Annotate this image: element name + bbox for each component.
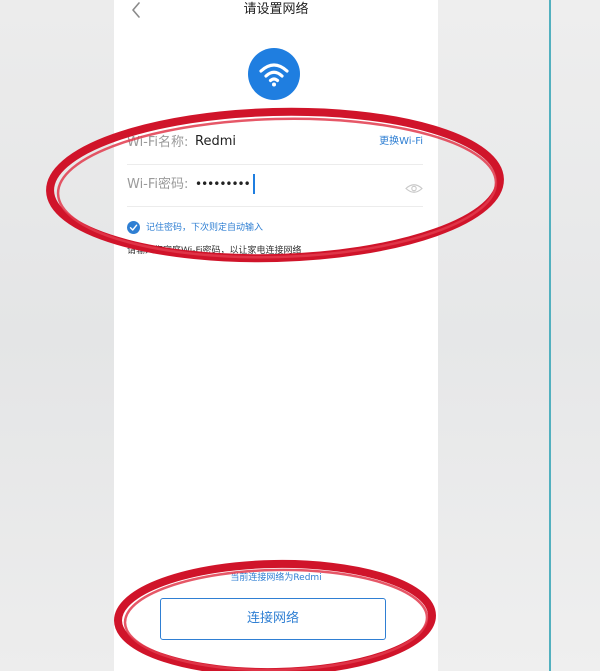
wifi-name-value: Redmi	[195, 134, 236, 149]
wifi-name-label: Wi-Fi名称:	[127, 135, 189, 150]
remember-password-checkbox[interactable]	[127, 221, 140, 234]
background-left	[0, 0, 114, 671]
wifi-password-input[interactable]: •••••••••	[195, 174, 255, 194]
right-divider-line	[549, 0, 551, 671]
background-right	[438, 0, 600, 671]
page-title: 请设置网络	[243, 2, 309, 17]
connect-network-button[interactable]: 连接网络	[160, 598, 386, 640]
change-wifi-link[interactable]: 更换Wi-Fi	[379, 135, 423, 149]
show-password-toggle[interactable]	[405, 179, 423, 198]
phone-screen: 请设置网络 Wi-Fi名称: Redmi 更换Wi-Fi Wi-Fi密码: ••…	[114, 0, 438, 671]
header-bar: 请设置网络	[114, 0, 438, 30]
remember-password-label: 记住密码，下次则定自动输入	[146, 223, 264, 233]
wifi-name-row: Wi-Fi名称: Redmi 更换Wi-Fi	[127, 124, 423, 165]
eye-icon	[405, 184, 423, 193]
wifi-badge	[248, 48, 300, 100]
password-hint: 请输入您家庭Wi-Fi密码，以让家电连接网络	[127, 246, 302, 256]
current-network-text: 当前连接网络为Redmi	[230, 573, 322, 583]
wifi-icon	[259, 63, 289, 87]
check-icon	[129, 224, 138, 231]
wifi-password-label: Wi-Fi密码:	[127, 177, 189, 192]
wifi-password-row: Wi-Fi密码: •••••••••	[127, 166, 423, 207]
